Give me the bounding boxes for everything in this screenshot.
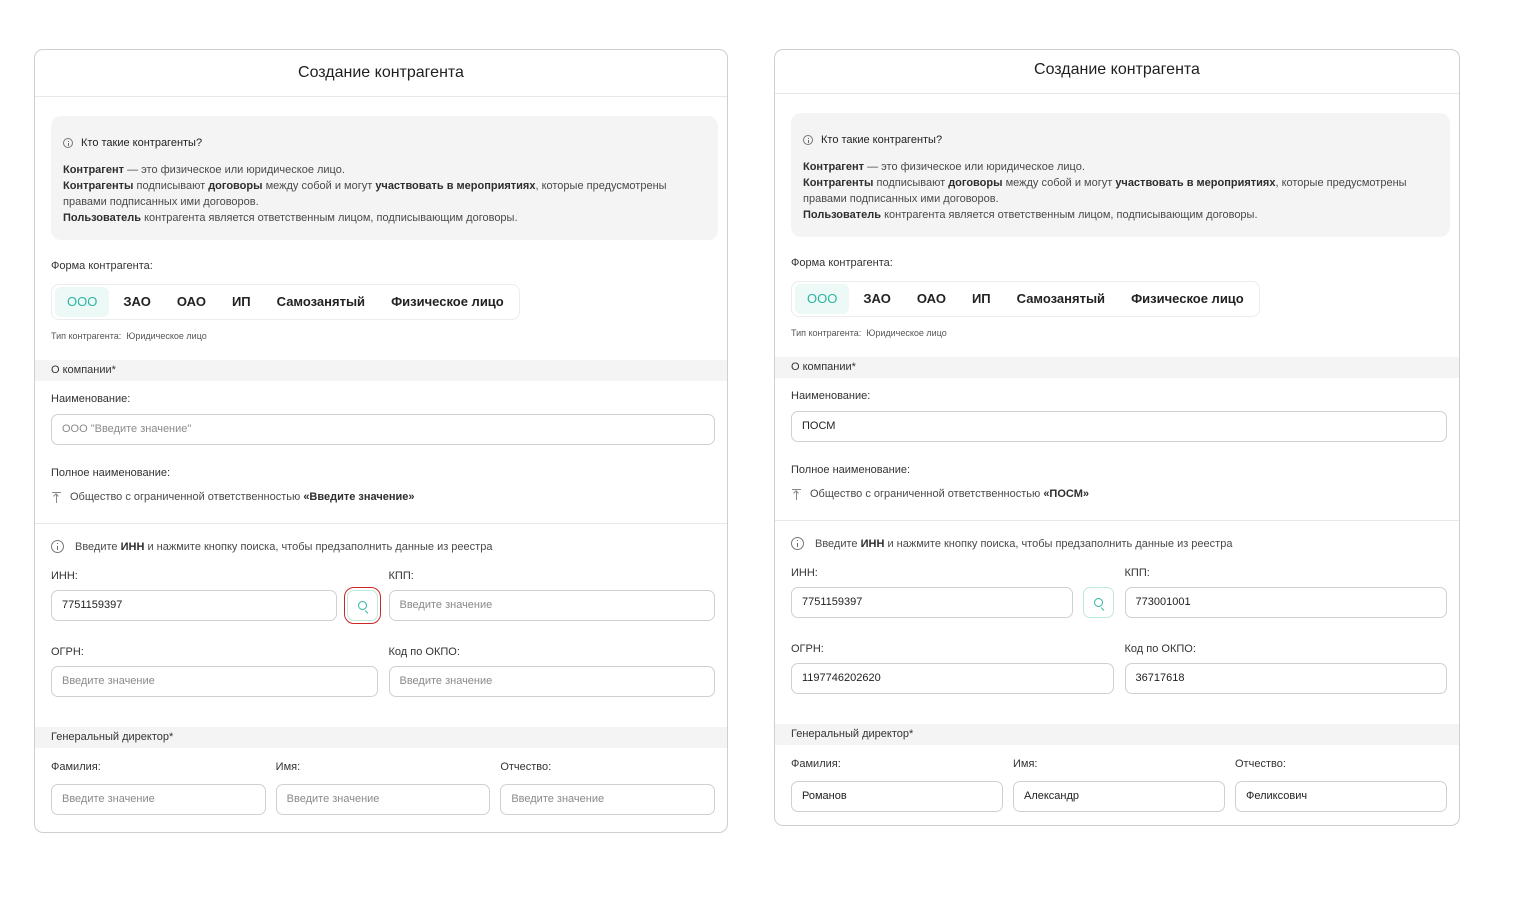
info-icon	[63, 138, 73, 148]
form-tab[interactable]: Самозанятый	[265, 287, 377, 317]
search-icon	[1093, 598, 1103, 607]
section-director: Генеральный директор*	[775, 724, 1459, 745]
patronymic-input[interactable]: Введите значение	[500, 784, 715, 815]
firstname-input[interactable]: Введите значение	[275, 784, 491, 815]
info-line-2: Контрагенты подписывают договоры между с…	[63, 180, 667, 208]
okpo-input[interactable]: 36717618	[1124, 663, 1447, 694]
search-icon	[357, 601, 367, 610]
firstname-label: Имя:	[1013, 758, 1038, 770]
fullname-value: Общество с ограниченной ответственностью…	[51, 491, 415, 503]
okpo-label: Код по ОКПО:	[1124, 643, 1196, 655]
okpo-label: Код по ОКПО:	[388, 646, 460, 658]
patronymic-label: Отчество:	[1235, 758, 1286, 770]
counterparty-form-empty: Создание контрагента Кто такие контраген…	[34, 49, 728, 833]
patronymic-label: Отчество:	[500, 761, 552, 773]
divider	[775, 520, 1459, 521]
okpo-input[interactable]: Введите значение	[388, 666, 715, 697]
info-box: Кто такие контрагенты? Контрагент — это …	[791, 113, 1450, 237]
kpp-input[interactable]: Введите значение	[388, 590, 715, 621]
patronymic-input[interactable]: Феликсович	[1235, 781, 1447, 812]
counterparty-type: Тип контрагента: Юридическое лицо	[51, 331, 207, 341]
name-input[interactable]: ПОСМ	[791, 411, 1447, 442]
section-director: Генеральный директор*	[35, 727, 727, 748]
form-label: Форма контрагента:	[51, 260, 153, 272]
inn-input[interactable]: 7751159397	[51, 590, 337, 621]
form-tab[interactable]: ООО	[55, 287, 110, 317]
info-line-1: Контрагент — это физическое или юридичес…	[63, 164, 345, 176]
info-title: Кто такие контрагенты?	[81, 137, 203, 149]
upload-arrow-icon	[51, 491, 62, 503]
section-about-company: О компании*	[775, 357, 1459, 378]
counterparty-form-filled: Создание контрагента Кто такие контраген…	[774, 49, 1460, 826]
info-icon	[791, 537, 804, 550]
inn-label: ИНН:	[791, 567, 818, 579]
page-title: Создание контрагента	[775, 50, 1459, 94]
info-icon	[803, 135, 813, 145]
lastname-label: Фамилия:	[791, 758, 841, 770]
form-tab[interactable]: ООО	[795, 284, 850, 314]
info-line-3: Пользователь контрагента является ответс…	[803, 209, 1258, 221]
kpp-label: КПП:	[388, 570, 414, 582]
kpp-input[interactable]: 773001001	[1124, 587, 1447, 618]
ogrn-input[interactable]: 1197746202620	[791, 663, 1114, 694]
inn-hint: Введите ИНН и нажмите кнопку поиска, что…	[51, 540, 492, 553]
kpp-label: КПП:	[1124, 567, 1150, 579]
lastname-input[interactable]: Введите значение	[51, 784, 266, 815]
upload-arrow-icon	[791, 488, 802, 500]
form-tab[interactable]: Физическое лицо	[1119, 284, 1256, 314]
form-type-selector: ООО ЗАО ОАО ИП Самозанятый Физическое лицо	[51, 284, 520, 320]
name-input[interactable]: ООО "Введите значение"	[51, 414, 715, 445]
search-button[interactable]	[1082, 587, 1114, 618]
form-tab[interactable]: ОАО	[165, 287, 218, 317]
firstname-label: Имя:	[275, 761, 301, 773]
form-tab[interactable]: ИП	[960, 284, 1003, 314]
fullname-label: Полное наименование:	[791, 464, 911, 476]
section-about-company: О компании*	[35, 360, 727, 381]
lastname-label: Фамилия:	[51, 761, 101, 773]
fullname-value: Общество с ограниченной ответственностью…	[791, 488, 1089, 500]
form-tab[interactable]: Физическое лицо	[379, 287, 516, 317]
info-line-1: Контрагент — это физическое или юридичес…	[803, 161, 1085, 173]
form-tab[interactable]: ИП	[220, 287, 263, 317]
form-tab[interactable]: Самозанятый	[1005, 284, 1117, 314]
ogrn-label: ОГРН:	[51, 646, 84, 658]
inn-label: ИНН:	[51, 570, 78, 582]
search-button[interactable]	[343, 587, 381, 624]
form-label: Форма контрагента:	[791, 257, 893, 269]
info-icon	[51, 540, 64, 553]
inn-input[interactable]: 7751159397	[791, 587, 1073, 618]
info-line-3: Пользователь контрагента является ответс…	[63, 212, 518, 224]
firstname-input[interactable]: Александр	[1013, 781, 1225, 812]
info-line-2: Контрагенты подписывают договоры между с…	[803, 177, 1407, 205]
form-tab[interactable]: ЗАО	[851, 284, 902, 314]
divider	[35, 523, 727, 524]
name-label: Наименование:	[51, 393, 131, 405]
form-tab[interactable]: ЗАО	[111, 287, 162, 317]
ogrn-label: ОГРН:	[791, 643, 824, 655]
inn-hint: Введите ИНН и нажмите кнопку поиска, что…	[791, 537, 1232, 550]
counterparty-type: Тип контрагента: Юридическое лицо	[791, 328, 947, 338]
name-label: Наименование:	[791, 390, 871, 402]
fullname-label: Полное наименование:	[51, 467, 171, 479]
info-box: Кто такие контрагенты? Контрагент — это …	[51, 116, 718, 240]
lastname-input[interactable]: Романов	[791, 781, 1003, 812]
form-tab[interactable]: ОАО	[905, 284, 958, 314]
info-title: Кто такие контрагенты?	[821, 134, 943, 146]
ogrn-input[interactable]: Введите значение	[51, 666, 378, 697]
form-type-selector: ООО ЗАО ОАО ИП Самозанятый Физическое лицо	[791, 281, 1260, 317]
page-title: Создание контрагента	[35, 50, 727, 97]
